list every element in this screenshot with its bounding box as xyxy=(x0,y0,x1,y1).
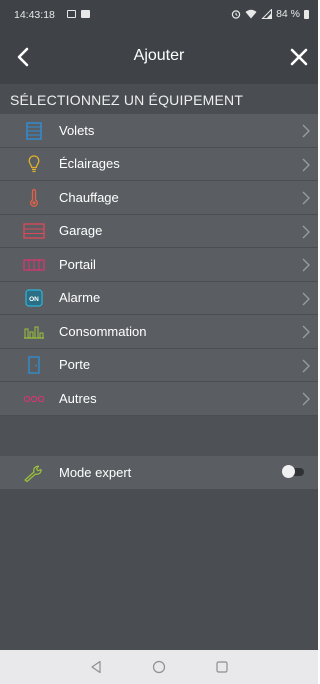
toggle-knob xyxy=(282,465,295,478)
app-screen: 14:43:18 84 % Ajouter SÉLECTIONNEZ UN ÉQ… xyxy=(0,0,318,684)
list-item-label: Volets xyxy=(59,122,95,138)
wrench-icon xyxy=(24,465,42,483)
back-button[interactable] xyxy=(8,42,38,72)
list-item-autres[interactable]: Autres xyxy=(0,382,318,416)
list-item-label: Éclairages xyxy=(59,156,120,172)
chevron-right-icon xyxy=(302,158,310,171)
alarm-icon xyxy=(231,10,241,19)
status-notification-icons xyxy=(67,10,90,18)
nav-recents-icon[interactable] xyxy=(214,659,230,675)
page-title: Ajouter xyxy=(133,47,185,64)
battery-icon xyxy=(304,9,309,19)
list-item-label: Chauffage xyxy=(59,189,119,205)
list-item-label: Autres xyxy=(59,390,97,406)
list-item-consommation[interactable]: Consommation xyxy=(0,315,318,349)
equipment-list: Volets Éclairages Chauffage Garage Porta… xyxy=(0,114,318,416)
list-item-label: Garage xyxy=(59,223,103,239)
nav-home-icon[interactable] xyxy=(151,659,167,675)
section-title: SÉLECTIONNEZ UN ÉQUIPEMENT xyxy=(10,92,244,108)
list-item-garage[interactable]: Garage xyxy=(0,215,318,248)
status-time: 14:43:18 xyxy=(14,9,55,21)
chevron-right-icon xyxy=(302,124,310,138)
list-item-label: Porte xyxy=(59,357,91,373)
chevron-right-icon xyxy=(302,292,310,305)
list-item-alarme[interactable]: ON Alarme xyxy=(0,282,318,315)
list-item-label: Consommation xyxy=(59,323,147,339)
status-right-group: 84 % xyxy=(231,8,309,20)
nav-back-icon[interactable] xyxy=(88,659,104,675)
list-item-portail[interactable]: Portail xyxy=(0,248,318,282)
image-icon xyxy=(81,10,90,18)
bulb-icon xyxy=(25,155,43,174)
close-button[interactable] xyxy=(284,42,314,72)
garage-icon xyxy=(23,222,45,241)
shutter-icon xyxy=(25,121,43,140)
chevron-left-icon xyxy=(17,47,29,67)
signal-icon xyxy=(261,9,273,19)
close-icon xyxy=(290,48,308,66)
consumption-icon xyxy=(23,322,45,341)
gate-icon xyxy=(23,255,45,274)
empty-area xyxy=(0,489,318,650)
chevron-right-icon xyxy=(302,325,310,339)
door-icon xyxy=(25,356,43,375)
chevron-right-icon xyxy=(302,191,310,205)
section-spacer xyxy=(0,416,318,456)
list-item-chauffage[interactable]: Chauffage xyxy=(0,181,318,215)
status-bar: 14:43:18 84 % xyxy=(0,0,318,30)
thermometer-icon xyxy=(25,188,43,207)
list-item-label: Portail xyxy=(59,256,96,272)
chevron-right-icon xyxy=(302,392,310,406)
list-item-porte[interactable]: Porte xyxy=(0,349,318,382)
list-item-label: Alarme xyxy=(59,290,101,306)
list-item-volets[interactable]: Volets xyxy=(0,114,318,148)
expert-mode-row[interactable]: Mode expert xyxy=(0,456,318,489)
chevron-right-icon xyxy=(302,258,310,272)
chevron-right-icon xyxy=(302,225,310,238)
app-header: Ajouter xyxy=(0,30,318,84)
system-nav-bar xyxy=(0,650,318,684)
expert-mode-toggle[interactable] xyxy=(282,465,304,478)
alarm-on-icon: ON xyxy=(25,289,43,308)
wifi-icon xyxy=(245,9,257,19)
expert-mode-label: Mode expert xyxy=(59,465,132,480)
others-icon xyxy=(23,389,45,408)
message-icon xyxy=(67,10,76,18)
list-item-eclairages[interactable]: Éclairages xyxy=(0,148,318,181)
battery-percent: 84 % xyxy=(276,8,300,20)
chevron-right-icon xyxy=(302,359,310,372)
svg-text:ON: ON xyxy=(29,296,39,303)
